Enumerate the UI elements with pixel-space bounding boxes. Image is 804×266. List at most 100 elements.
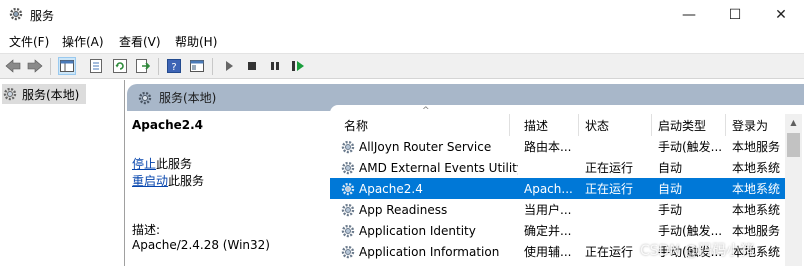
service-description-cell xyxy=(518,157,579,178)
table-row[interactable]: App Readiness 当用户... 手动 本地系统 xyxy=(330,199,785,220)
table-row[interactable]: Application Identity 确定并... 手动(触发... 本地服务 xyxy=(330,220,785,241)
service-name-text: Application Identity xyxy=(359,223,476,238)
service-startup-cell: 自动 xyxy=(658,182,683,196)
service-name-cell: Application Information xyxy=(330,241,518,262)
restart-service-suffix: 此服务 xyxy=(168,174,205,188)
service-description-cell: Apach... xyxy=(524,181,573,196)
service-name-text: App Readiness xyxy=(359,202,448,217)
service-status-cell: 正在运行 xyxy=(585,182,634,196)
scroll-up-arrow-icon[interactable]: ▲ xyxy=(785,114,802,131)
service-name-cell: Application Identity xyxy=(330,220,518,241)
description-label: 描述: xyxy=(132,223,161,237)
start-icon[interactable] xyxy=(220,57,238,75)
menu-action[interactable]: 操作(A) xyxy=(62,33,104,50)
restart-service-link[interactable]: 重启动 xyxy=(132,174,168,188)
toolbar-separator xyxy=(158,58,159,75)
tree-item-services-local[interactable]: 服务(本地) xyxy=(2,84,86,104)
service-name-text: AMD External Events Utility xyxy=(359,160,518,175)
help-icon[interactable]: ? xyxy=(165,57,183,75)
service-gear-icon xyxy=(341,245,355,258)
services-gear-icon xyxy=(9,7,23,21)
service-name-text: Application Information xyxy=(359,244,500,259)
toolbar: ? xyxy=(0,53,804,79)
service-description-cell: 路由本... xyxy=(524,140,572,154)
selected-service-name: Apache2.4 xyxy=(132,118,204,132)
service-status-cell xyxy=(579,199,652,220)
column-header-row: 名称 描述 状态 启动类型 登录为 xyxy=(330,114,785,136)
show-tree-icon[interactable] xyxy=(58,57,76,75)
service-name-text: Apache2.4 xyxy=(359,181,423,196)
service-name-cell: AMD External Events Utility xyxy=(330,157,518,178)
services-gear-icon xyxy=(3,87,17,101)
service-description-cell: 确定并... xyxy=(524,224,572,238)
stop-service-line: 停止此服务 xyxy=(132,155,192,172)
service-logon-cell: 本地服务 xyxy=(732,224,781,238)
service-gear-icon xyxy=(341,203,355,216)
service-description-cell: 当用户... xyxy=(524,203,572,217)
console-tree: 服务(本地) xyxy=(0,80,125,266)
service-status-cell: 正在运行 xyxy=(585,161,634,175)
column-header-log-on-as[interactable]: 登录为 xyxy=(726,114,785,136)
maximize-button[interactable]: ☐ xyxy=(712,0,758,30)
toolbar-separator xyxy=(212,58,213,75)
column-header-status[interactable]: 状态 xyxy=(579,114,652,136)
service-startup-cell: 手动(触发... xyxy=(658,224,723,238)
menu-help[interactable]: 帮助(H) xyxy=(175,33,217,50)
service-description-panel: Apache2.4 停止此服务 重启动此服务 描述: Apache/2.4.28… xyxy=(127,111,330,266)
services-window: 服务 — ☐ ✕ 文件(F) 操作(A) 查看(V) 帮助(H) ? 服务(本地… xyxy=(0,0,804,266)
export-icon[interactable] xyxy=(134,57,152,75)
scrollbar-thumb[interactable] xyxy=(787,133,800,157)
table-row[interactable]: AMD External Events Utility 正在运行 自动 本地系统 xyxy=(330,157,785,178)
service-name-cell: Apache2.4 xyxy=(330,178,518,199)
svg-text:?: ? xyxy=(171,62,176,73)
service-name-text: AllJoyn Router Service xyxy=(359,139,492,154)
stop-icon[interactable] xyxy=(243,57,261,75)
service-startup-cell: 手动 xyxy=(658,203,683,217)
table-row[interactable]: AllJoyn Router Service 路由本... 手动(触发... 本地服务 xyxy=(330,136,785,157)
console-icon[interactable] xyxy=(188,57,206,75)
back-icon[interactable] xyxy=(4,57,22,75)
menu-file[interactable]: 文件(F) xyxy=(9,33,49,50)
column-header-startup-type[interactable]: 启动类型 xyxy=(652,114,726,136)
restart-icon[interactable] xyxy=(289,57,307,75)
service-gear-icon xyxy=(341,161,355,174)
forward-icon[interactable] xyxy=(26,57,44,75)
column-header-description[interactable]: 描述 xyxy=(518,114,579,136)
details-pane: 服务(本地) Apache2.4 停止此服务 重启动此服务 描述: Apache… xyxy=(127,80,804,266)
restart-service-line: 重启动此服务 xyxy=(132,172,204,189)
watermark: CSDN @码码小猪 xyxy=(640,243,755,259)
service-name-cell: App Readiness xyxy=(330,199,518,220)
menu-view[interactable]: 查看(V) xyxy=(119,33,161,50)
service-status-cell xyxy=(579,220,652,241)
service-startup-cell: 手动(触发... xyxy=(658,140,723,154)
service-description-cell: 使用辅... xyxy=(524,245,572,259)
service-startup-cell: 自动 xyxy=(658,161,683,175)
stop-service-suffix: 此服务 xyxy=(156,157,193,171)
title-bar: 服务 — ☐ ✕ xyxy=(0,0,804,30)
services-gear-icon xyxy=(138,91,152,104)
service-gear-icon xyxy=(341,140,355,153)
toolbar-separator xyxy=(50,58,51,75)
minimize-button[interactable]: — xyxy=(666,0,712,30)
menu-bar: 文件(F) 操作(A) 查看(V) 帮助(H) xyxy=(0,30,804,52)
refresh-icon[interactable] xyxy=(111,57,129,75)
pane-header: 服务(本地) xyxy=(127,84,804,115)
service-logon-cell: 本地系统 xyxy=(732,161,781,175)
vertical-scrollbar[interactable]: ▲ xyxy=(785,114,802,266)
close-button[interactable]: ✕ xyxy=(758,0,804,30)
tree-item-label: 服务(本地) xyxy=(22,87,80,102)
pane-header-title: 服务(本地) xyxy=(159,91,217,105)
column-header-name[interactable]: 名称 xyxy=(330,114,510,136)
stop-service-link[interactable]: 停止 xyxy=(132,157,156,171)
table-row[interactable]: Apache2.4 Apach... 正在运行 自动 本地系统 xyxy=(330,178,785,199)
description-value: Apache/2.4.28 (Win32) xyxy=(132,238,270,252)
pause-icon[interactable] xyxy=(266,57,284,75)
window-title: 服务 xyxy=(30,9,55,23)
service-logon-cell: 本地系统 xyxy=(732,182,781,196)
service-name-cell: AllJoyn Router Service xyxy=(330,136,518,157)
properties-icon[interactable] xyxy=(87,57,105,75)
service-status-cell xyxy=(579,136,652,157)
service-gear-icon xyxy=(341,224,355,237)
service-logon-cell: 本地系统 xyxy=(732,203,781,217)
service-logon-cell: 本地服务 xyxy=(732,140,781,154)
